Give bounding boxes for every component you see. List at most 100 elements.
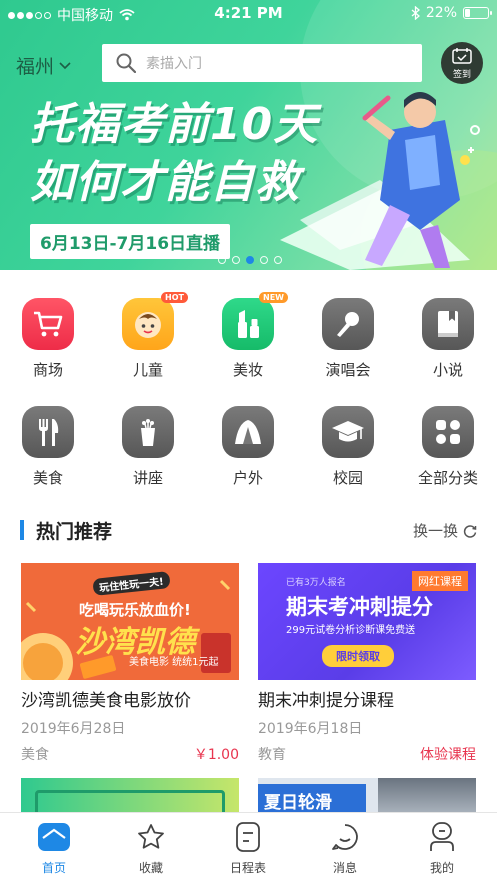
image-line: 美食电影 统统1元起	[129, 657, 219, 668]
event-price-label: 体验课程	[420, 747, 476, 763]
event-category: 美食	[21, 747, 49, 763]
event-title: 期末冲刺提分课程	[258, 691, 394, 711]
category-novel[interactable]: 小说	[408, 298, 488, 380]
category-outdoor[interactable]: 户外	[208, 406, 288, 488]
carousel-dot[interactable]	[232, 256, 240, 264]
tab-messages[interactable]: 消息	[305, 821, 385, 876]
search-input[interactable]: 素描入门	[102, 44, 422, 82]
refresh-icon	[463, 524, 477, 538]
carousel-indicator[interactable]	[218, 256, 282, 264]
battery-level	[465, 9, 470, 17]
event-card-peek[interactable]: 夏日轮滑	[258, 778, 476, 812]
battery-icon	[463, 7, 492, 19]
event-date: 2019年6月28日	[21, 721, 126, 737]
event-card-image: 玩住性玩一夫! 吃喝玩乐放血价! 沙湾凯德 美食电影 统统1元起	[21, 563, 239, 680]
category-label: 小说	[432, 361, 463, 379]
refresh-button[interactable]: 换一换	[413, 520, 477, 541]
category-mall[interactable]: 商场	[8, 298, 88, 380]
event-date: 2019年6月18日	[258, 721, 363, 737]
message-icon	[332, 824, 358, 850]
tab-favorites[interactable]: 收藏	[111, 821, 191, 876]
star-icon	[138, 824, 164, 849]
fork-knife-icon	[22, 406, 74, 458]
refresh-label: 换一换	[412, 522, 458, 540]
category-kids[interactable]: HOT 儿童	[108, 292, 188, 380]
battery-percent: 22%	[425, 5, 457, 21]
tab-schedule[interactable]: 日程表	[208, 821, 288, 876]
image-line: 299元试卷分析诊断课免费送	[286, 625, 416, 636]
banner-subheadline: 如何才能自救	[30, 157, 300, 208]
tab-label: 首页	[41, 861, 66, 875]
hero-banner[interactable]: 中国移动 4:21 PM 22% 福州 素描入门 签到 托福考前10天 如何才能…	[0, 0, 497, 270]
event-card-peek[interactable]	[21, 778, 239, 812]
image-button: 限时领取	[322, 645, 394, 667]
image-headline: 期末考冲刺提分	[286, 595, 433, 619]
card-peek-photo	[378, 778, 476, 812]
event-card[interactable]: 玩住性玩一夫! 吃喝玩乐放血价! 沙湾凯德 美食电影 统统1元起 沙湾凯德美食电…	[21, 563, 239, 764]
carousel-dot-active[interactable]	[246, 256, 254, 264]
category-label: 全部分类	[417, 469, 478, 487]
tab-profile[interactable]: 我的	[402, 821, 482, 876]
event-card-image: 已有3万人报名 网红课程 期末考冲刺提分 299元试卷分析诊断课免费送 限时领取	[258, 563, 476, 680]
event-card[interactable]: 已有3万人报名 网红课程 期末考冲刺提分 299元试卷分析诊断课免费送 限时领取…	[258, 563, 476, 764]
city-selector[interactable]: 福州	[16, 52, 71, 79]
category-label: 校园	[332, 469, 363, 487]
category-beauty[interactable]: NEW 美妆	[208, 292, 288, 380]
category-label: 美妆	[232, 361, 263, 379]
hot-badge: HOT	[161, 292, 188, 303]
carousel-dot[interactable]	[218, 256, 226, 264]
card-peek-text: 夏日轮滑	[264, 793, 332, 812]
section-accent-bar	[20, 520, 24, 540]
tent-icon	[222, 406, 274, 458]
banner-date: 6月13日-7月16日直播	[30, 224, 231, 259]
hot-recommend-header: 热门推荐 换一换	[20, 516, 477, 544]
book-icon	[422, 298, 474, 350]
bluetooth-icon	[411, 6, 420, 20]
tab-label: 日程表	[229, 861, 266, 875]
banner-headline: 托福考前10天	[30, 99, 319, 150]
home-icon	[38, 823, 70, 851]
lipstick-icon: NEW	[222, 292, 288, 350]
category-label: 户外	[232, 469, 263, 487]
new-badge: NEW	[259, 292, 288, 303]
carousel-dot[interactable]	[260, 256, 268, 264]
image-line: 已有3万人报名	[286, 578, 346, 588]
checkin-button[interactable]: 签到	[441, 42, 483, 84]
search-placeholder: 素描入门	[146, 56, 202, 72]
category-label: 讲座	[132, 469, 163, 487]
category-label: 演唱会	[325, 361, 371, 379]
image-tag: 网红课程	[412, 571, 468, 591]
event-category: 教育	[258, 747, 286, 763]
graduation-cap-icon	[322, 406, 374, 458]
shopping-cart-icon	[22, 298, 74, 350]
chevron-down-icon	[59, 61, 71, 69]
city-name: 福州	[16, 56, 55, 78]
category-all[interactable]: 全部分类	[408, 406, 488, 488]
search-icon	[116, 53, 136, 73]
card-peek-artwork	[35, 790, 225, 812]
child-face-icon: HOT	[122, 292, 188, 350]
bottom-tab-bar: 首页 收藏 日程表 消息 我的	[0, 812, 497, 883]
event-title: 沙湾凯德美食电影放价	[21, 691, 191, 711]
schedule-icon	[236, 822, 260, 852]
checkin-label: 签到	[452, 70, 471, 80]
tab-home[interactable]: 首页	[14, 821, 94, 876]
category-label: 美食	[32, 469, 63, 487]
tab-label: 消息	[332, 861, 357, 875]
category-campus[interactable]: 校园	[308, 406, 388, 488]
category-label: 商场	[32, 361, 63, 379]
lecture-icon	[122, 406, 174, 458]
category-label: 儿童	[132, 361, 163, 379]
carousel-dot[interactable]	[274, 256, 282, 264]
status-bar: 中国移动 4:21 PM 22%	[0, 0, 497, 28]
category-food[interactable]: 美食	[8, 406, 88, 488]
event-price: ￥1.00	[193, 747, 239, 763]
section-title: 热门推荐	[36, 521, 113, 543]
tab-label: 收藏	[138, 861, 163, 875]
category-lecture[interactable]: 讲座	[108, 406, 188, 488]
all-categories-icon	[422, 406, 474, 458]
tab-label: 我的	[429, 861, 454, 875]
category-concert[interactable]: 演唱会	[308, 298, 388, 380]
profile-icon	[430, 822, 454, 851]
calendar-check-icon	[452, 48, 472, 64]
